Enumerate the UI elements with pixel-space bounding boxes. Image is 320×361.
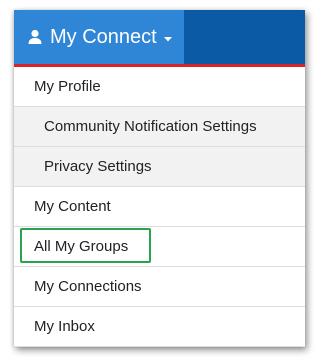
nav-bar: My Connect: [14, 10, 305, 64]
menu-item-my-profile[interactable]: My Profile: [14, 67, 305, 107]
my-connect-dropdown: My Connect My Profile Community Notifica…: [14, 10, 305, 347]
menu-item-label: My Content: [34, 198, 111, 215]
menu-item-all-my-groups[interactable]: All My Groups: [14, 227, 305, 267]
menu-item-privacy-settings[interactable]: Privacy Settings: [14, 147, 305, 187]
my-connect-label: My Connect: [50, 25, 157, 48]
menu-item-label: All My Groups: [34, 238, 129, 255]
user-icon: [28, 29, 42, 44]
menu-item-community-notification-settings[interactable]: Community Notification Settings: [14, 107, 305, 147]
menu-item-my-connections[interactable]: My Connections: [14, 267, 305, 307]
caret-down-icon: [163, 37, 172, 42]
menu-item-my-content[interactable]: My Content: [14, 187, 305, 227]
menu-item-label: Community Notification Settings: [44, 118, 257, 135]
menu-item-label: My Inbox: [34, 318, 95, 335]
menu-item-label: My Connections: [34, 278, 142, 295]
menu-item-my-inbox[interactable]: My Inbox: [14, 307, 305, 347]
menu-item-label: Privacy Settings: [44, 158, 152, 175]
my-connect-button[interactable]: My Connect: [14, 10, 184, 64]
menu-item-label: My Profile: [34, 78, 101, 95]
